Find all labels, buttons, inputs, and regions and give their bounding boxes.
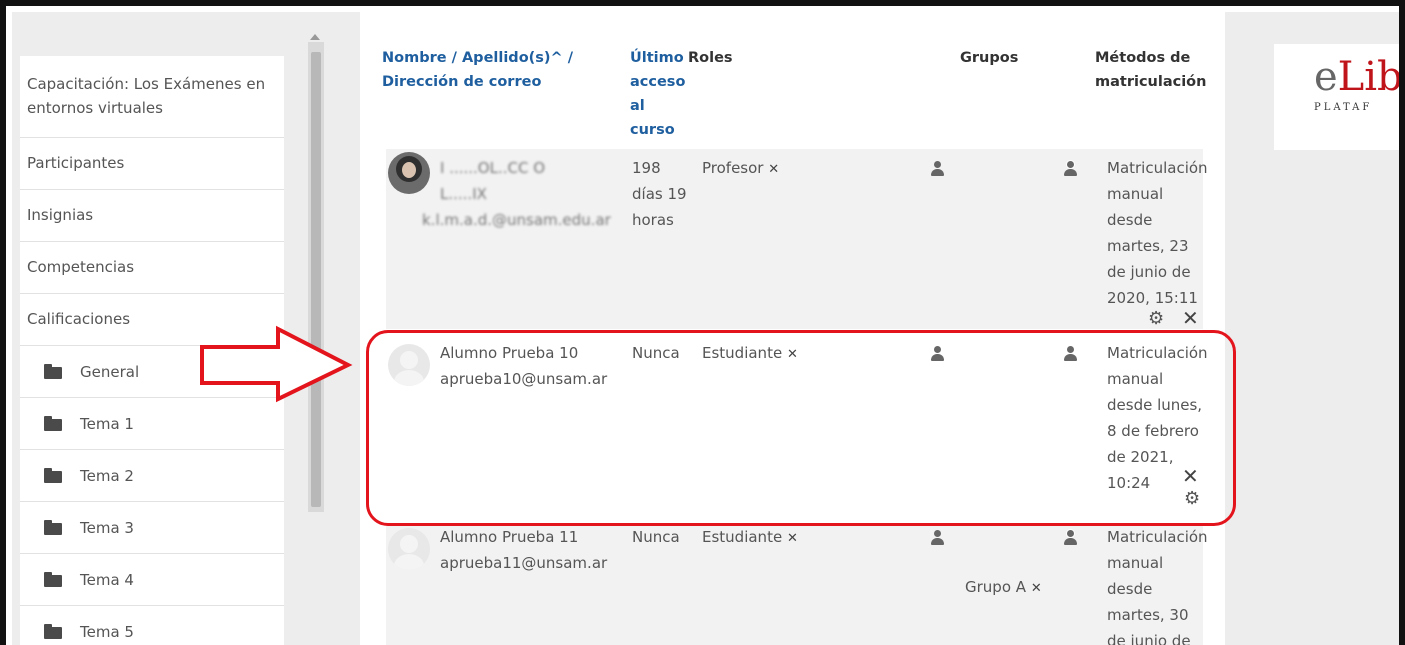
column-header-groups: Grupos: [960, 50, 1019, 66]
sidebar-item-label: General: [80, 362, 140, 381]
remove-role-x-icon[interactable]: ✕: [787, 531, 798, 546]
scroll-up-arrow-icon[interactable]: [310, 34, 320, 40]
folder-icon: [44, 571, 62, 587]
sidebar-item-course[interactable]: Capacitación: Los Exámenes en entornos v…: [20, 56, 284, 138]
sidebar-item-label: Participantes: [27, 154, 125, 172]
enrolment-method: Matriculación manual desde martes, 23 de…: [1107, 155, 1208, 311]
text-line: martes, 30: [1107, 606, 1189, 624]
sidebar-item-label: Insignias: [27, 206, 94, 224]
sidebar-item-tema-3[interactable]: Tema 3: [20, 502, 284, 554]
text-line: desde: [1107, 211, 1153, 229]
column-header-name[interactable]: Nombre / Apellido(s)^ /: [382, 46, 573, 70]
sidebar-item-participants[interactable]: Participantes: [20, 138, 284, 190]
gear-icon[interactable]: ⚙: [1148, 308, 1164, 329]
user-icon[interactable]: [930, 530, 944, 548]
text-line: manual: [1107, 185, 1164, 203]
brand-logo: eLib PLATAF: [1274, 44, 1399, 150]
folder-icon: [44, 623, 62, 639]
sidebar-item-badges[interactable]: Insignias: [20, 190, 284, 242]
role-badge: Estudiante ✕: [702, 524, 798, 552]
screenshot-frame: Capacitación: Los Exámenes en entornos v…: [0, 0, 1405, 645]
text-line: martes, 23: [1107, 237, 1189, 255]
folder-icon: [44, 467, 62, 483]
logo-text-a: e: [1314, 54, 1338, 100]
role-label: Estudiante: [702, 528, 783, 546]
header-line: acceso: [630, 74, 686, 90]
column-header-methods: Métodos de matriculación: [1095, 46, 1206, 94]
avatar[interactable]: [388, 152, 430, 194]
sidebar-scrollbar-thumb[interactable]: [311, 52, 321, 507]
sidebar-item-tema-1[interactable]: Tema 1: [20, 398, 284, 450]
header-line: Métodos de: [1095, 50, 1191, 66]
text-line: días 19: [632, 185, 687, 203]
sidebar-item-competencies[interactable]: Competencias: [20, 242, 284, 294]
logo-subtitle: PLATAF: [1314, 102, 1373, 113]
logo-text: eLib: [1314, 54, 1399, 100]
text-line: de junio de: [1107, 263, 1191, 281]
participant-email: aprueba11@unsam.ar: [440, 554, 608, 572]
folder-icon: [44, 363, 62, 379]
column-header-email[interactable]: Dirección de correo: [382, 70, 541, 94]
participant-name[interactable]: Alumno Prueba 11: [440, 524, 578, 550]
text-line: manual: [1107, 554, 1164, 572]
remove-group-x-icon[interactable]: ✕: [1031, 581, 1042, 596]
text-line: de junio de: [1107, 632, 1191, 645]
header-line: al: [630, 98, 645, 114]
group-icon[interactable]: [1063, 530, 1077, 548]
arrow-annotation-icon: [200, 325, 353, 403]
participant-name[interactable]: I ......OL..CC O: [440, 155, 545, 181]
last-access: Nunca: [632, 528, 680, 546]
group-badge: Grupo A ✕: [965, 574, 1042, 602]
sidebar-item-tema-2[interactable]: Tema 2: [20, 450, 284, 502]
sidebar-item-label: Capacitación: Los Exámenes en entornos v…: [27, 75, 266, 117]
sidebar-item-label: Tema 3: [80, 518, 134, 537]
text-line: 198: [632, 159, 661, 177]
participant-name[interactable]: L.....IX: [440, 181, 487, 207]
header-line: Último: [630, 50, 684, 66]
column-header-last-access[interactable]: Último acceso al curso: [630, 46, 685, 142]
page: Capacitación: Los Exámenes en entornos v…: [12, 12, 1399, 645]
user-icon[interactable]: [930, 161, 944, 179]
sidebar-item-label: Tema 1: [80, 414, 134, 433]
role-label: Profesor: [702, 159, 764, 177]
text-line: Matriculación: [1107, 528, 1208, 546]
header-line: matriculación: [1095, 74, 1207, 90]
avatar[interactable]: [388, 528, 430, 570]
participant-email: k.l.m.a.d.@unsam.edu.ar: [422, 211, 611, 229]
text-line: Matriculación: [1107, 159, 1208, 177]
logo-text-b: Lib: [1337, 54, 1399, 100]
participants-table: Nombre / Apellido(s)^ / Dirección de cor…: [360, 12, 1225, 645]
highlight-box: [366, 330, 1236, 526]
sidebar-item-label: Tema 5: [80, 622, 134, 641]
sidebar-item-label: Tema 4: [80, 570, 134, 589]
last-access: 198 días 19 horas: [632, 155, 687, 233]
group-label: Grupo A: [965, 578, 1027, 596]
sidebar-item-label: Tema 2: [80, 466, 134, 485]
sidebar-item-tema-5[interactable]: Tema 5: [20, 606, 284, 645]
sidebar-item-label: Competencias: [27, 258, 135, 276]
enrolment-method: Matriculación manual desde martes, 30 de…: [1107, 524, 1208, 645]
folder-icon: [44, 519, 62, 535]
column-header-roles: Roles: [688, 50, 733, 66]
text-line: horas: [632, 211, 674, 229]
header-line: curso: [630, 122, 675, 138]
text-line: desde: [1107, 580, 1153, 598]
sidebar-item-tema-4[interactable]: Tema 4: [20, 554, 284, 606]
x-icon[interactable]: ✕: [1182, 306, 1199, 330]
role-badge: Profesor ✕: [702, 155, 779, 183]
folder-icon: [44, 415, 62, 431]
group-icon[interactable]: [1063, 161, 1077, 179]
remove-role-x-icon[interactable]: ✕: [768, 162, 779, 177]
